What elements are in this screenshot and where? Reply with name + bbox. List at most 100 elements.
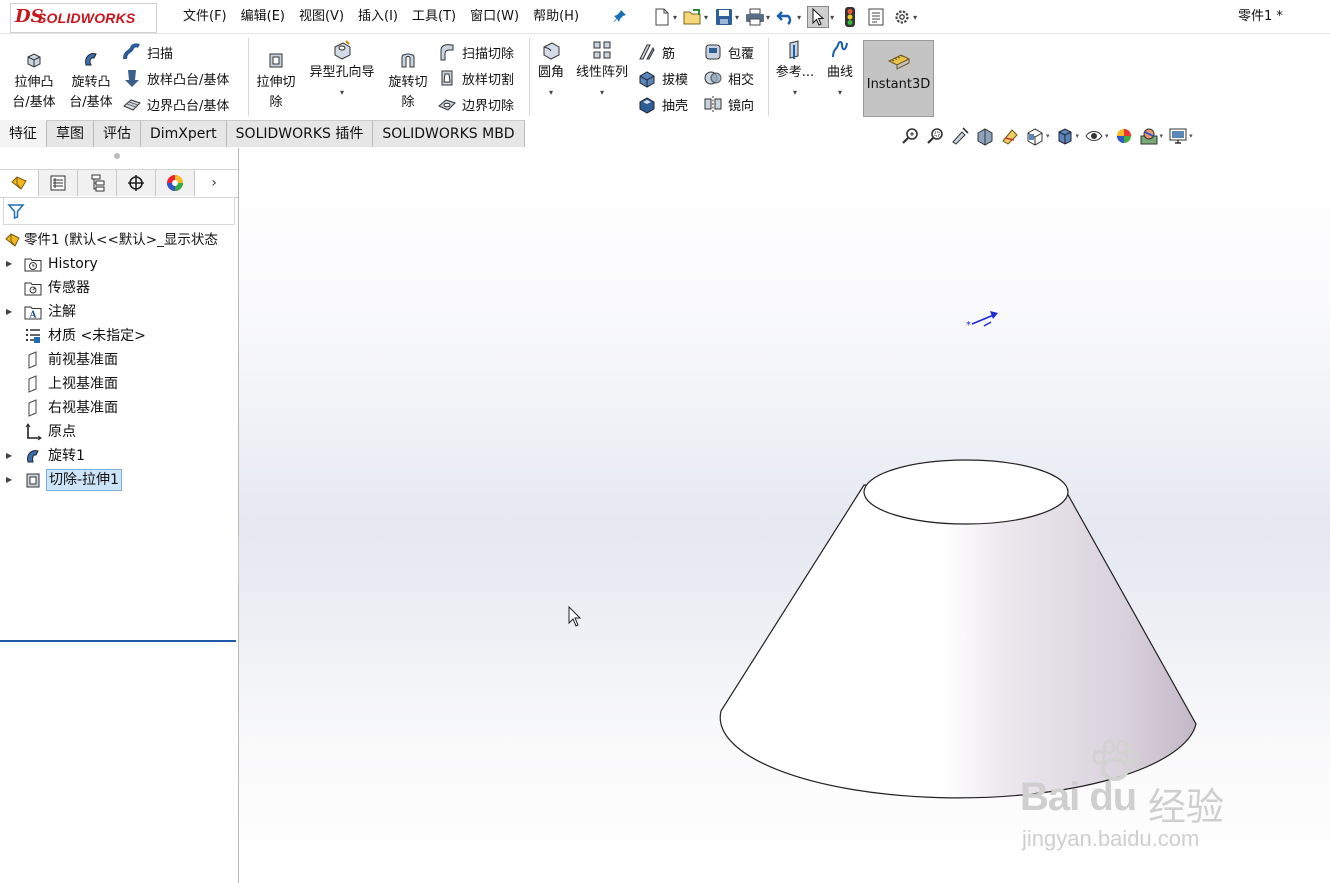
panel-resize-handle[interactable] [114,153,120,159]
menu-window[interactable]: 窗口(W) [463,0,526,33]
print-button[interactable]: ▾ [745,7,770,27]
chevron-down-icon[interactable]: ▾ [797,13,801,22]
chevron-down-icon[interactable]: ▾ [305,83,379,103]
chevron-down-icon[interactable]: ▾ [704,13,708,22]
boundary-cut-button[interactable]: 边界切除 [437,93,514,115]
tree-item-sensors[interactable]: 传感器 [0,276,238,300]
tree-item-revolve1[interactable]: ▶ 旋转1 [0,444,238,468]
expand-arrow-icon[interactable]: ▶ [6,300,12,324]
display-manager-tab[interactable] [156,170,195,196]
chevron-down-icon[interactable]: ▾ [673,13,677,22]
undo-button[interactable]: ▾ [776,7,801,27]
fillet-button[interactable]: 圆角 ▾ [533,39,569,103]
chevron-down-icon[interactable]: ▾ [913,13,917,22]
chevron-down-icon[interactable]: ▾ [533,83,569,103]
open-document-button[interactable]: ▾ [683,7,708,27]
tree-item-top-plane[interactable]: 上视基准面 [0,372,238,396]
tab-solidworks-mbd[interactable]: SOLIDWORKS MBD [373,120,525,147]
extrude-boss-button[interactable]: 拉伸凸 台/基体 [8,49,60,113]
chevron-down-icon[interactable]: ▾ [572,83,632,103]
revolve-cut-button[interactable]: 旋转切 除 [384,49,432,113]
rib-button[interactable]: 筋 [637,41,675,63]
chevron-down-icon[interactable]: ▾ [822,83,858,103]
extrude-cut-button[interactable]: 拉伸切 除 [252,49,300,113]
tree-root-part[interactable]: 零件1 (默认<<默认>_显示状态 [0,228,238,252]
file-properties-button[interactable] [866,7,886,27]
save-button[interactable]: ▾ [714,7,739,27]
chevron-down-icon[interactable]: ▾ [1046,132,1050,140]
pin-icon[interactable] [612,8,628,24]
tab-dimxpert[interactable]: DimXpert [141,120,227,147]
zoom-to-fit-button[interactable] [900,126,920,146]
tab-evaluate[interactable]: 评估 [94,120,141,147]
linear-pattern-button[interactable]: 线性阵列 ▾ [572,39,632,103]
tab-sketch[interactable]: 草图 [47,120,94,147]
previous-view-button[interactable] [950,126,970,146]
chevron-down-icon[interactable]: ▾ [1076,132,1080,140]
tree-item-annotations[interactable]: ▶ A 注解 [0,300,238,324]
edit-appearance-button[interactable] [1114,126,1134,146]
rebuild-button[interactable] [840,7,860,27]
reference-geometry-button[interactable]: 参考... ▾ [773,39,817,103]
rollback-bar[interactable] [0,640,236,642]
menu-edit[interactable]: 编辑(E) [234,0,292,33]
dynamic-annotation-views-button[interactable] [1000,126,1020,146]
view-settings-button[interactable]: ▾ [1168,126,1193,146]
dimxpert-manager-tab[interactable] [117,170,156,196]
select-button[interactable]: ▾ [807,6,834,28]
expand-arrow-icon[interactable]: ▶ [6,468,12,492]
chevron-down-icon[interactable]: ▾ [773,83,817,103]
menu-help[interactable]: 帮助(H) [526,0,586,33]
tree-item-right-plane[interactable]: 右视基准面 [0,396,238,420]
chevron-down-icon[interactable]: ▾ [830,13,834,22]
solidworks-logo[interactable]: DS SOLIDWORKS [10,3,157,33]
expand-arrow-icon[interactable]: ▶ [6,252,12,276]
configuration-manager-tab[interactable] [78,170,117,196]
hide-show-items-button[interactable]: ▾ [1084,126,1109,146]
chevron-down-icon[interactable]: ▾ [1105,132,1109,140]
instant3d-button[interactable]: Instant3D [863,40,934,117]
hole-wizard-button[interactable]: 异型孔向导 ▾ [305,39,379,103]
tab-features[interactable]: 特征 [0,120,47,147]
tree-item-material[interactable]: 材质 <未指定> [0,324,238,348]
chevron-down-icon[interactable]: ▾ [735,13,739,22]
tree-filter[interactable] [3,197,235,225]
revolve-boss-button[interactable]: 旋转凸 台/基体 [65,49,117,113]
mirror-button[interactable]: 镜向 [703,93,754,115]
document-title: 零件1 * [1238,9,1283,24]
shell-button[interactable]: 抽壳 [637,93,688,115]
chevron-down-icon[interactable]: ▾ [766,13,770,22]
tree-item-history[interactable]: ▶ History [0,252,238,276]
draft-button[interactable]: 拔模 [637,67,688,89]
zoom-to-area-button[interactable] [925,126,945,146]
tab-solidworks-addins[interactable]: SOLIDWORKS 插件 [226,120,374,147]
sweep-button[interactable]: 扫描 [122,41,173,63]
menu-view[interactable]: 视图(V) [292,0,351,33]
display-style-button[interactable]: ▾ [1055,126,1080,146]
graphics-viewport[interactable]: * [239,148,1330,883]
loft-boss-button[interactable]: 放样凸台/基体 [122,67,229,89]
options-button[interactable]: ▾ [892,7,917,27]
wrap-button[interactable]: 包覆 [703,41,754,63]
expand-arrow-icon[interactable]: ▶ [6,444,12,468]
boundary-boss-button[interactable]: 边界凸台/基体 [122,93,229,115]
apply-scene-button[interactable]: ▾ [1139,126,1164,146]
curves-button[interactable]: 曲线 ▾ [822,39,858,103]
menu-tools[interactable]: 工具(T) [405,0,463,33]
chevron-down-icon[interactable]: ▾ [1160,132,1164,140]
swept-cut-button[interactable]: 扫描切除 [437,41,514,63]
chevron-right-icon[interactable]: › [195,170,233,196]
feature-manager-tab[interactable] [0,170,39,196]
property-manager-tab[interactable] [39,170,78,196]
tree-item-cut-extrude1[interactable]: ▶ 切除-拉伸1 [0,468,238,492]
view-orientation-button[interactable]: ▾ [1025,126,1050,146]
new-document-button[interactable]: ▾ [652,7,677,27]
section-view-button[interactable] [975,126,995,146]
chevron-down-icon[interactable]: ▾ [1189,132,1193,140]
tree-item-origin[interactable]: 原点 [0,420,238,444]
tree-item-front-plane[interactable]: 前视基准面 [0,348,238,372]
menu-insert[interactable]: 插入(I) [351,0,405,33]
intersect-button[interactable]: 相交 [703,67,754,89]
menu-file[interactable]: 文件(F) [176,0,234,33]
lofted-cut-button[interactable]: 放样切割 [437,67,514,89]
